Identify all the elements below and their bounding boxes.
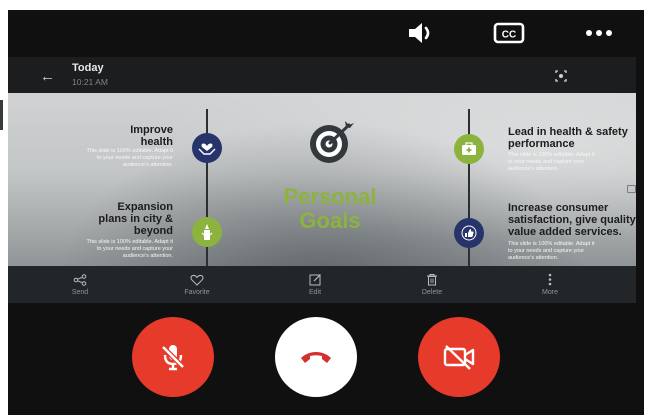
goal-body-2: This slide is 100% editable. Adapt it to… [86, 239, 173, 259]
slide-image: Improve health This slide is 100% editab… [8, 93, 636, 269]
back-arrow-icon[interactable]: ← [40, 69, 55, 84]
camera-toggle-button[interactable] [418, 317, 500, 397]
thumbs-up-icon [454, 218, 484, 248]
goal-heading-2: Expansion plans in city & beyond [98, 201, 173, 237]
heart-icon [190, 274, 204, 286]
hang-up-icon [301, 352, 331, 363]
more-button[interactable]: More [520, 266, 580, 303]
delete-label: Delete [421, 289, 443, 296]
video-off-icon [443, 345, 475, 370]
lens-icon[interactable] [553, 68, 569, 84]
edit-button[interactable]: Edit [285, 266, 345, 303]
goal-body-3: This slide is 100% editable. Adapt it to… [508, 152, 595, 172]
edge-checkbox-icon [627, 185, 636, 193]
viewer-timestamp: 10:21 AM [72, 77, 108, 87]
first-aid-icon [454, 134, 484, 164]
more-label: More [542, 289, 558, 296]
target-icon [305, 118, 357, 166]
end-call-button[interactable] [275, 317, 357, 397]
goal-heading-3: Lead in health & safety performance [508, 126, 628, 150]
viewer-title: Today [72, 62, 104, 74]
speaker-icon[interactable] [405, 18, 439, 48]
screen-edge [0, 100, 3, 130]
microphone-off-icon [161, 345, 185, 371]
goal-body-4: This slide is 100% editable. Adapt it to… [508, 241, 595, 261]
goal-heading-1: Improve health [130, 124, 173, 148]
closed-captions-icon[interactable]: CC [492, 18, 526, 48]
delete-button[interactable]: Delete [402, 266, 462, 303]
share-icon [73, 273, 87, 286]
slide-title-line-2: Goals [299, 208, 361, 233]
mute-button[interactable] [132, 317, 214, 397]
cc-label: CC [502, 30, 516, 41]
favorite-button[interactable]: Favorite [167, 266, 227, 303]
vertical-dots-icon [548, 273, 552, 286]
goal-body-1: This slide is 100% editable. Adapt it to… [86, 148, 173, 168]
slide-title-line-1: Personal [283, 184, 377, 209]
send-label: Send [71, 288, 89, 296]
more-options-icon[interactable] [582, 18, 616, 48]
send-button[interactable]: Send [50, 266, 110, 303]
edit-label: Edit [308, 289, 322, 296]
trash-icon [427, 274, 437, 286]
slide-title: Personal Goals [240, 185, 420, 233]
city-icon [192, 217, 222, 247]
favorite-label: Favorite [184, 288, 210, 296]
heart-hands-icon [192, 133, 222, 163]
goal-heading-4: Increase consumer satisfaction, give qua… [508, 202, 636, 238]
edit-icon [309, 274, 321, 286]
